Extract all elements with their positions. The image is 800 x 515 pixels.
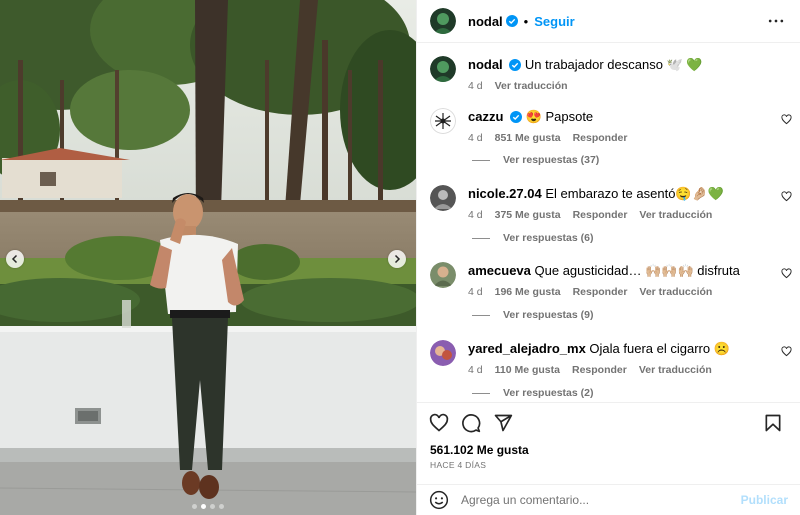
comment-time[interactable]: 4 d	[468, 209, 483, 221]
caption-translate-link[interactable]: Ver traducción	[495, 80, 568, 92]
comment-icon[interactable]	[461, 413, 481, 433]
comment-username[interactable]: yared_alejadro_mx	[468, 341, 586, 356]
replies-divider	[472, 237, 490, 239]
header-separator: •	[523, 13, 529, 29]
reply-button[interactable]: Responder	[573, 132, 628, 144]
reply-button[interactable]: Responder	[573, 209, 628, 221]
view-replies-button[interactable]: Ver respuestas (6)	[472, 232, 593, 244]
post-date: HACE 4 DÍAS	[430, 460, 487, 470]
view-replies-button[interactable]: Ver respuestas (9)	[472, 309, 593, 321]
view-replies-button[interactable]: Ver respuestas (2)	[472, 387, 593, 399]
heart-icon[interactable]	[781, 114, 792, 125]
comment-avatar[interactable]	[430, 340, 456, 366]
comment-likes[interactable]: 110 Me gusta	[495, 364, 560, 376]
carousel-prev-button[interactable]	[6, 250, 24, 268]
view-replies-label: Ver respuestas (2)	[503, 387, 594, 399]
comment-text: 😍 Papsote	[525, 109, 594, 124]
verified-badge-icon	[505, 15, 518, 27]
publish-button[interactable]: Publicar	[741, 493, 788, 507]
comment-item: amecueva Que agusticidad… 🙌🏼🙌🏼🙌🏼 disfrut…	[430, 262, 800, 298]
share-icon[interactable]	[493, 413, 513, 433]
comment-time[interactable]: 4 d	[468, 286, 483, 298]
chevron-right-icon	[394, 254, 401, 264]
translate-link[interactable]: Ver traducción	[639, 364, 712, 376]
heart-icon[interactable]	[781, 268, 792, 279]
carousel-next-button[interactable]	[388, 250, 406, 268]
comment-likes[interactable]: 375 Me gusta	[495, 209, 561, 221]
chevron-left-icon	[11, 254, 18, 264]
view-replies-label: Ver respuestas (9)	[503, 309, 594, 321]
reply-button[interactable]: Responder	[572, 364, 627, 376]
replies-divider	[472, 159, 490, 161]
view-replies-button[interactable]: Ver respuestas (37)	[472, 154, 599, 166]
comment-time[interactable]: 4 d	[468, 132, 483, 144]
post-photo	[0, 0, 416, 515]
carousel-dot-active	[201, 504, 206, 509]
caption-username[interactable]: nodal	[468, 57, 503, 72]
comment-composer: Publicar	[417, 484, 800, 515]
like-count[interactable]: 561.102 Me gusta	[417, 443, 800, 457]
more-options-icon	[768, 19, 784, 23]
translate-link[interactable]: Ver traducción	[639, 286, 712, 298]
comments-list[interactable]: nodal Un trabajador descanso 🕊️ 💚 4 d Ve…	[417, 44, 800, 402]
post-header: nodal • Seguir	[417, 0, 800, 43]
comment-item: yared_alejadro_mx Ojala fuera el cigarro…	[430, 340, 800, 376]
comment-avatar[interactable]	[430, 185, 456, 211]
action-bar	[417, 403, 800, 443]
caption-text: Un trabajador descanso 🕊️ 💚	[524, 57, 703, 72]
comment-avatar[interactable]	[430, 108, 456, 134]
carousel-indicator	[0, 504, 416, 509]
bookmark-icon[interactable]	[763, 413, 783, 433]
follow-button[interactable]: Seguir	[534, 14, 574, 29]
comment-likes[interactable]: 851 Me gusta	[495, 132, 561, 144]
emoji-icon[interactable]	[429, 490, 449, 510]
post-actions: 561.102 Me gusta HACE 4 DÍAS	[417, 402, 800, 470]
post-side-panel: nodal • Seguir nodal Un trabajador desca…	[416, 0, 800, 515]
comment-item: cazzu 😍 Papsote 4 d 851 Me gusta Respond…	[430, 108, 800, 144]
comment-text: El embarazo te asentó🤤🤌🏼💚	[545, 186, 724, 201]
comment-item: nicole.27.04 El embarazo te asentó🤤🤌🏼💚 4…	[430, 185, 800, 221]
comment-likes[interactable]: 196 Me gusta	[495, 286, 561, 298]
author-avatar[interactable]	[430, 8, 456, 34]
comment-username[interactable]: nicole.27.04	[468, 186, 542, 201]
comment-input[interactable]	[461, 493, 741, 507]
view-replies-label: Ver respuestas (37)	[503, 154, 600, 166]
post-media[interactable]	[0, 0, 416, 515]
more-options-button[interactable]	[764, 9, 788, 33]
comment-text: Ojala fuera el cigarro ☹️	[589, 341, 730, 356]
caption-time[interactable]: 4 d	[468, 80, 483, 92]
replies-divider	[472, 392, 490, 394]
caption-avatar[interactable]	[430, 56, 456, 82]
comment-time[interactable]: 4 d	[468, 364, 483, 376]
comment-username[interactable]: amecueva	[468, 263, 531, 278]
verified-badge-icon	[509, 59, 522, 71]
post-modal: nodal • Seguir nodal Un trabajador desca…	[0, 0, 800, 515]
replies-divider	[472, 314, 490, 316]
heart-icon[interactable]	[781, 346, 792, 357]
carousel-dot	[210, 504, 215, 509]
author-username[interactable]: nodal	[468, 14, 503, 29]
heart-icon[interactable]	[429, 413, 449, 433]
carousel-dot	[192, 504, 197, 509]
translate-link[interactable]: Ver traducción	[639, 209, 712, 221]
verified-badge-icon	[510, 111, 523, 123]
carousel-dot	[219, 504, 224, 509]
heart-icon[interactable]	[781, 191, 792, 202]
comment-avatar[interactable]	[430, 262, 456, 288]
comment-text: Que agusticidad… 🙌🏼🙌🏼🙌🏼 disfruta	[534, 263, 740, 278]
view-replies-label: Ver respuestas (6)	[503, 232, 594, 244]
comment-username[interactable]: cazzu	[468, 109, 503, 124]
reply-button[interactable]: Responder	[573, 286, 628, 298]
caption: nodal Un trabajador descanso 🕊️ 💚 4 d Ve…	[430, 56, 800, 92]
